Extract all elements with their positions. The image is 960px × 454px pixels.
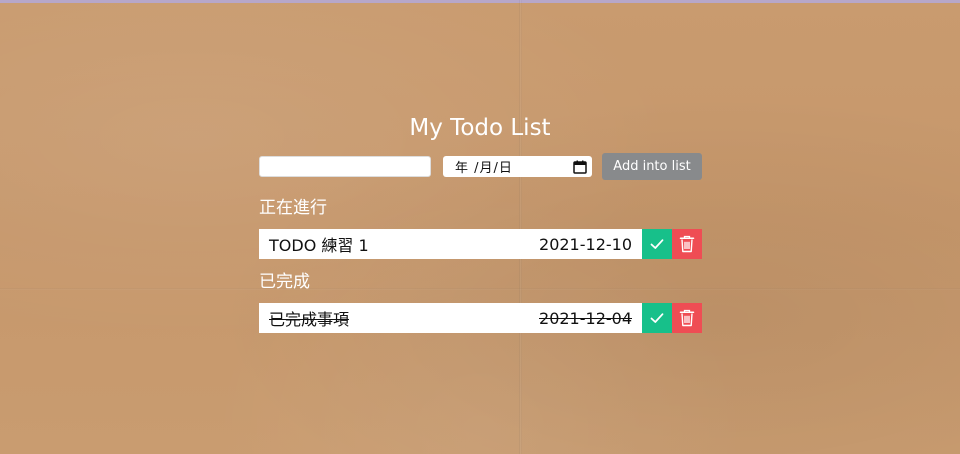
trash-icon: [679, 235, 695, 253]
todo-item: TODO 練習 1 2021-12-10: [259, 229, 702, 259]
todo-item: 已完成事項 2021-12-04: [259, 303, 702, 333]
trash-icon: [679, 309, 695, 327]
section-heading-completed: 已完成: [259, 272, 310, 292]
todo-item-body: TODO 練習 1 2021-12-10: [259, 229, 642, 259]
complete-button[interactable]: [642, 303, 672, 333]
date-placeholder: 年 /月/日: [455, 161, 513, 176]
delete-button[interactable]: [672, 229, 702, 259]
complete-button[interactable]: [642, 229, 672, 259]
check-icon: [650, 239, 664, 249]
todo-item-name: TODO 練習 1: [269, 236, 369, 255]
calendar-icon[interactable]: [573, 160, 587, 174]
todo-item-date: 2021-12-04: [539, 308, 632, 328]
date-input[interactable]: 年 /月/日: [443, 156, 592, 177]
todo-text-input[interactable]: [259, 156, 431, 177]
todo-item-name: 已完成事項: [269, 310, 350, 329]
todo-item-date: 2021-12-10: [539, 234, 632, 254]
paper-crease-vertical: [519, 0, 522, 454]
top-border-strip: [0, 0, 960, 3]
page-title: My Todo List: [409, 115, 551, 141]
paper-crease-horizontal: [0, 288, 960, 290]
delete-button[interactable]: [672, 303, 702, 333]
section-heading-in-progress: 正在進行: [259, 198, 327, 218]
add-into-list-button[interactable]: Add into list: [602, 153, 702, 180]
check-icon: [650, 313, 664, 323]
todo-item-body: 已完成事項 2021-12-04: [259, 303, 642, 333]
